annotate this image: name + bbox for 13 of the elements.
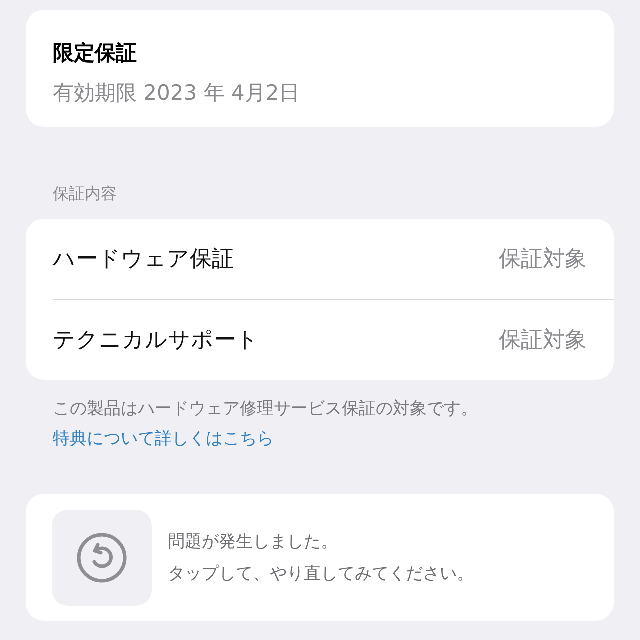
error-message: 問題が発生しました。 bbox=[168, 530, 339, 554]
expiry-date: 有効期限 2023 年 4月2日 bbox=[53, 80, 302, 107]
retry-icon bbox=[76, 532, 128, 584]
coverage-label: テクニカルサポート bbox=[53, 327, 259, 355]
coverage-status: 保証対象 bbox=[499, 327, 587, 355]
section-header: 保証内容 bbox=[53, 183, 118, 205]
error-card[interactable]: 問題が発生しました。 タップして、やり直してみてください。 bbox=[26, 494, 614, 621]
error-message: タップして、やり直してみてください。 bbox=[168, 562, 474, 586]
coverage-note: この製品はハードウェア修理サービス保証の対象です。 特典について詳しくはこちら bbox=[53, 398, 479, 451]
coverage-label: ハードウェア保証 bbox=[53, 246, 234, 274]
details-link[interactable]: 特典について詳しくはこちら bbox=[53, 429, 274, 449]
warranty-title: 限定保証 bbox=[53, 40, 138, 67]
coverage-status: 保証対象 bbox=[499, 246, 587, 274]
